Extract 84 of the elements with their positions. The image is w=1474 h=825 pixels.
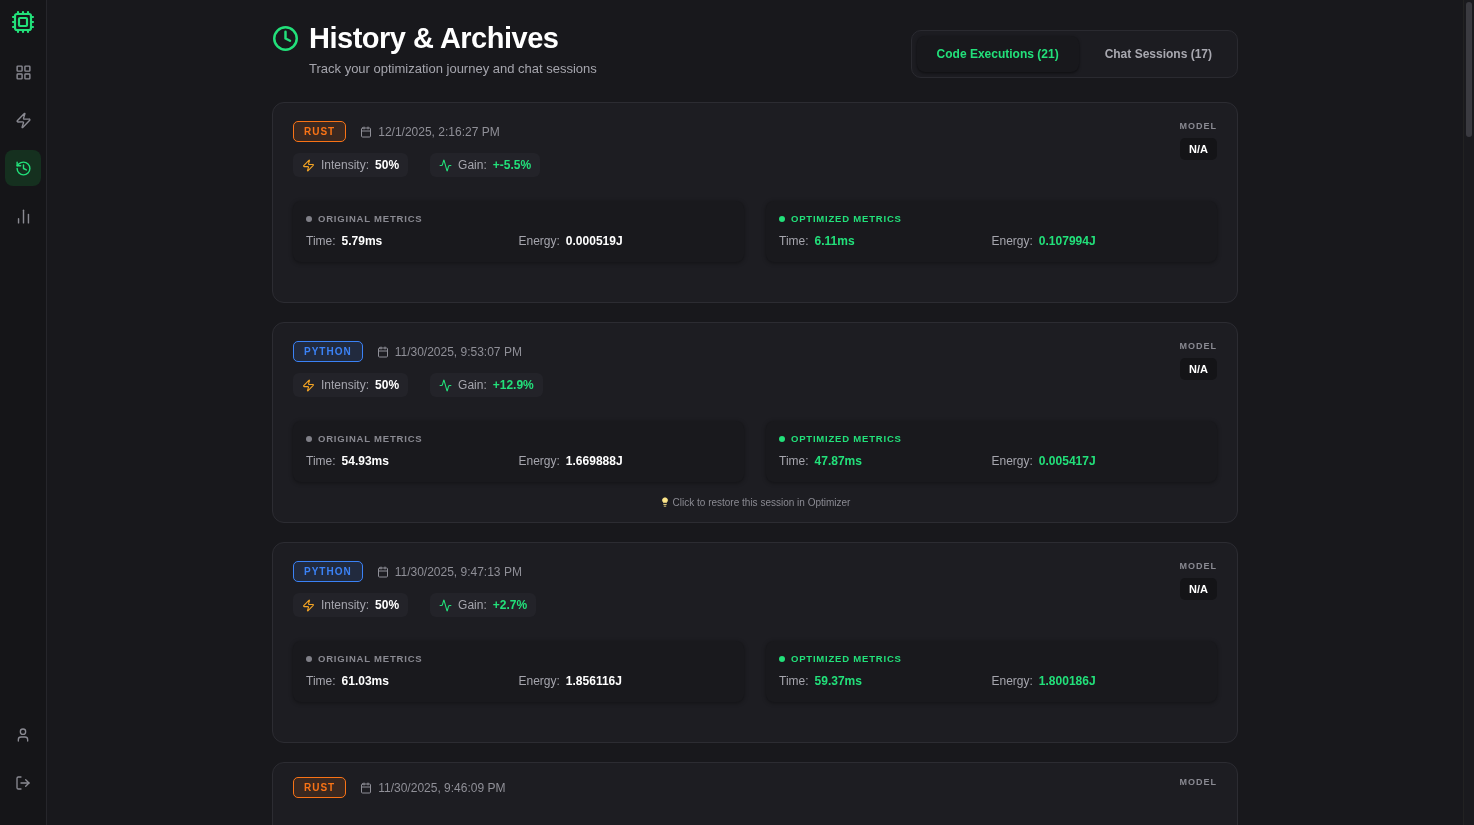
time-value: 47.87ms [814, 454, 862, 468]
metrics-title: OPTIMIZED METRICS [791, 433, 902, 444]
lightning-icon [302, 158, 315, 172]
calendar-icon [376, 565, 389, 578]
energy-value: 0.107994J [1038, 234, 1096, 248]
date-text: 12/1/2025, 2:16:27 PM [378, 124, 500, 139]
time-label: Time: [306, 674, 336, 688]
gain-chip: Gain: +2.7% [430, 593, 537, 617]
model-label: MODEL [1179, 121, 1217, 131]
language-badge: RUST [293, 121, 347, 142]
lightning-icon [14, 111, 32, 129]
lightning-icon [302, 378, 315, 392]
time-value: 61.03ms [341, 674, 389, 688]
history-card[interactable]: RUST 11/30/2025, 9:46:09 PM MODEL [272, 762, 1238, 825]
model-label: MODEL [1179, 341, 1217, 351]
model-value: N/A [1180, 578, 1217, 600]
gain-chip: Gain: +12.9% [430, 373, 543, 397]
energy-value: 0.000519J [565, 234, 623, 248]
model-value: N/A [1180, 358, 1217, 380]
energy-value: 0.005417J [1038, 454, 1096, 468]
date-text: 11/30/2025, 9:47:13 PM [394, 564, 522, 579]
activity-icon [439, 598, 453, 612]
time-label: Time: [306, 454, 336, 468]
nav-button[interactable] [5, 150, 41, 186]
status-dot-icon [306, 655, 312, 662]
history-card[interactable]: PYTHON 11/30/2025, 9:47:13 PM Intensity: 50% Gain: +2.7% MODEL N/A ORIGINAL METRICS Time: 61.03ms Energy: 1.856116J OPTIMIZED METRICS Time: 59.37ms Energy: 1.800186J [272, 542, 1238, 743]
gain-chip: Gain: +-5.5% [430, 153, 541, 177]
model-value: N/A [1180, 138, 1217, 160]
status-dot-icon [779, 215, 785, 222]
metrics-title: ORIGINAL METRICS [318, 433, 423, 444]
clock-icon [272, 25, 299, 52]
language-badge: PYTHON [293, 561, 363, 582]
model-label: MODEL [1179, 777, 1217, 787]
energy-value: 1.856116J [565, 674, 622, 688]
lightbulb-icon [659, 497, 670, 507]
metrics-title: ORIGINAL METRICS [318, 653, 423, 664]
tab[interactable]: Chat Sessions (17) [1084, 36, 1232, 72]
time-label: Time: [306, 234, 336, 248]
energy-value: 1.800186J [1038, 674, 1096, 688]
time-value: 6.11ms [814, 234, 855, 248]
scrollbar[interactable] [1463, 0, 1474, 825]
time-value: 59.37ms [814, 674, 862, 688]
date-text: 11/30/2025, 9:46:09 PM [378, 780, 506, 795]
energy-label: Energy: [991, 674, 1033, 688]
metrics-title: OPTIMIZED METRICS [791, 653, 902, 664]
energy-label: Energy: [991, 454, 1033, 468]
history-card[interactable] [272, 322, 1238, 523]
history-icon [14, 159, 32, 177]
language-badge: RUST [293, 777, 347, 798]
time-label: Time: [779, 234, 809, 248]
lightning-icon [302, 598, 315, 612]
time-value: 54.93ms [341, 454, 389, 468]
energy-label: Energy: [518, 454, 560, 468]
page-subtitle: Track your optimization journey and chat sessions [309, 61, 597, 76]
status-dot-icon [306, 435, 312, 442]
status-dot-icon [779, 655, 785, 662]
status-dot-icon [779, 435, 785, 442]
restore-hint: Click to restore this session in Optimizer [659, 496, 851, 508]
activity-icon [439, 158, 453, 172]
intensity-chip: Intensity: 50% [293, 593, 409, 617]
date-text: 11/30/2025, 9:53:07 PM [394, 344, 522, 359]
energy-value: 1.669888J [565, 454, 623, 468]
energy-label: Energy: [518, 234, 560, 248]
status-dot-icon [306, 215, 312, 222]
language-badge: PYTHON [293, 341, 363, 362]
history-card[interactable]: RUST 12/1/2025, 2:16:27 PM Intensity: 50% Gain: +-5.5% MODEL N/A ORIGINAL METRICS Time: 5.79ms Energy: 0.000519J OPTIMIZED METRICS Time: 6.11ms Energy: 0.107994J [272, 102, 1238, 303]
time-value: 5.79ms [341, 234, 383, 248]
energy-label: Energy: [518, 674, 560, 688]
grid-icon [14, 63, 32, 81]
model-label: MODEL [1179, 561, 1217, 571]
calendar-icon [376, 345, 389, 358]
energy-label: Energy: [991, 234, 1033, 248]
page-title: History & Archives [309, 22, 559, 55]
metrics-title: OPTIMIZED METRICS [791, 213, 902, 224]
calendar-icon [360, 125, 373, 138]
intensity-chip: Intensity: 50% [293, 373, 409, 397]
tab[interactable]: Code Executions (21) [916, 36, 1079, 72]
chip-logo-icon [11, 10, 35, 34]
metrics-title: ORIGINAL METRICS [318, 213, 423, 224]
calendar-icon [360, 781, 373, 794]
activity-icon [439, 378, 453, 392]
intensity-chip: Intensity: 50% [293, 153, 409, 177]
time-label: Time: [779, 674, 809, 688]
time-label: Time: [779, 454, 809, 468]
